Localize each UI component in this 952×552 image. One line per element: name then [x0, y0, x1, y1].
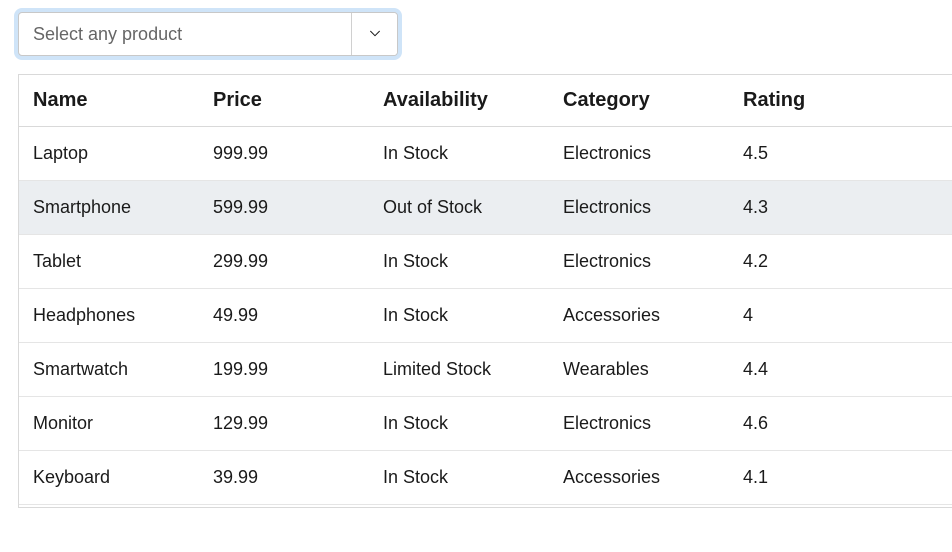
cell-category: Electronics — [557, 143, 737, 164]
cell-name: Tablet — [27, 251, 207, 272]
cell-rating: 4 — [737, 305, 949, 326]
cell-price: 299.99 — [207, 251, 377, 272]
product-combobox-input[interactable] — [19, 13, 351, 55]
cell-price: 999.99 — [207, 143, 377, 164]
product-combobox-toggle-button[interactable] — [351, 13, 397, 55]
column-header-rating[interactable]: Rating — [737, 89, 949, 112]
chevron-down-icon — [367, 25, 383, 44]
column-header-availability[interactable]: Availability — [377, 89, 557, 112]
table-row[interactable]: Smartwatch199.99Limited StockWearables4.… — [19, 343, 952, 397]
grid-body[interactable]: Laptop999.99In StockElectronics4.5Smartp… — [19, 127, 952, 507]
cell-name: Headphones — [27, 305, 207, 326]
cell-price: 129.99 — [207, 413, 377, 434]
cell-price: 199.99 — [207, 359, 377, 380]
cell-rating: 4.4 — [737, 359, 949, 380]
cell-price: 599.99 — [207, 197, 377, 218]
grid-header-row: Name Price Availability Category Rating — [19, 74, 952, 127]
cell-category: Electronics — [557, 413, 737, 434]
table-row[interactable]: Mouse19.99Out of StockAccessories4.3 — [19, 505, 952, 507]
cell-availability: In Stock — [377, 467, 557, 488]
cell-category: Electronics — [557, 251, 737, 272]
column-header-category[interactable]: Category — [557, 89, 737, 112]
cell-rating: 4.1 — [737, 467, 949, 488]
cell-category: Electronics — [557, 197, 737, 218]
table-row[interactable]: Laptop999.99In StockElectronics4.5 — [19, 127, 952, 181]
table-row[interactable]: Monitor129.99In StockElectronics4.6 — [19, 397, 952, 451]
cell-rating: 4.3 — [737, 197, 949, 218]
cell-availability: Out of Stock — [377, 197, 557, 218]
cell-category: Wearables — [557, 359, 737, 380]
cell-name: Smartphone — [27, 197, 207, 218]
cell-rating: 4.5 — [737, 143, 949, 164]
cell-availability: Limited Stock — [377, 359, 557, 380]
table-row[interactable]: Tablet299.99In StockElectronics4.2 — [19, 235, 952, 289]
cell-category: Accessories — [557, 467, 737, 488]
table-row[interactable]: Headphones49.99In StockAccessories4 — [19, 289, 952, 343]
column-header-name[interactable]: Name — [27, 89, 207, 112]
cell-availability: In Stock — [377, 305, 557, 326]
table-row[interactable]: Smartphone599.99Out of StockElectronics4… — [19, 181, 952, 235]
cell-availability: In Stock — [377, 251, 557, 272]
column-header-price[interactable]: Price — [207, 89, 377, 112]
cell-category: Accessories — [557, 305, 737, 326]
cell-availability: In Stock — [377, 413, 557, 434]
table-row[interactable]: Keyboard39.99In StockAccessories4.1 — [19, 451, 952, 505]
cell-rating: 4.2 — [737, 251, 949, 272]
product-grid: Name Price Availability Category Rating … — [18, 74, 952, 508]
cell-name: Monitor — [27, 413, 207, 434]
product-combobox[interactable] — [18, 12, 398, 56]
cell-price: 49.99 — [207, 305, 377, 326]
cell-name: Smartwatch — [27, 359, 207, 380]
cell-name: Keyboard — [27, 467, 207, 488]
cell-rating: 4.6 — [737, 413, 949, 434]
cell-availability: In Stock — [377, 143, 557, 164]
cell-price: 39.99 — [207, 467, 377, 488]
cell-name: Laptop — [27, 143, 207, 164]
